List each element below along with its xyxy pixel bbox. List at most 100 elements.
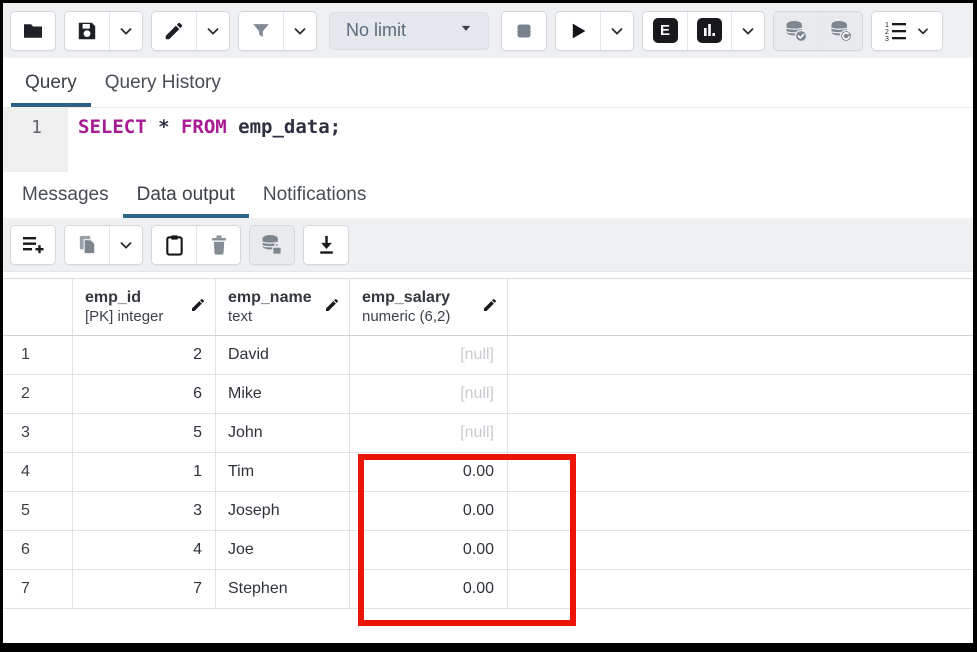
row-number-cell[interactable]: 5	[3, 492, 73, 530]
emp-salary-cell[interactable]: 0.00	[350, 492, 508, 530]
chevron-down-icon	[291, 22, 309, 40]
emp-salary-cell[interactable]: 0.00	[350, 531, 508, 569]
add-row-button[interactable]	[11, 226, 55, 264]
sql-editor[interactable]: 1 SELECT * FROM emp_data;	[3, 108, 973, 172]
edit-pencil-icon	[482, 297, 498, 318]
save-menu-button[interactable]	[109, 12, 142, 50]
rollback-button[interactable]	[818, 12, 862, 50]
delete-button[interactable]	[196, 226, 240, 264]
edit-menu-button[interactable]	[196, 12, 229, 50]
sql-token: FROM	[181, 116, 227, 138]
db-rollback-icon	[828, 18, 854, 44]
emp-id-cell[interactable]: 6	[73, 375, 216, 413]
row-number-cell[interactable]: 2	[3, 375, 73, 413]
row-number-cell[interactable]: 4	[3, 453, 73, 491]
save-data-changes-button[interactable]	[250, 226, 294, 264]
tab-query-history[interactable]: Query History	[91, 58, 235, 107]
copy-button[interactable]	[65, 226, 109, 264]
stop-button[interactable]	[502, 12, 546, 50]
explain-menu-button[interactable]	[731, 12, 764, 50]
emp-id-cell[interactable]: 4	[73, 531, 216, 569]
emp-name-cell[interactable]: John	[216, 414, 350, 452]
filter-button[interactable]	[239, 12, 283, 50]
column-name: emp_salary	[362, 288, 450, 308]
tab-data-output[interactable]: Data output	[123, 172, 249, 218]
sql-code-line[interactable]: SELECT * FROM emp_data;	[68, 108, 973, 172]
query-tabbar: Query Query History	[3, 58, 973, 108]
select-all-corner-cell[interactable]	[3, 279, 73, 335]
execute-group	[555, 11, 634, 51]
copy-menu-button[interactable]	[109, 226, 142, 264]
tab-query[interactable]: Query	[11, 58, 91, 107]
limit-dropdown[interactable]: No limit	[329, 12, 489, 50]
open-file-group	[10, 11, 56, 51]
svg-text:2: 2	[885, 29, 889, 36]
save-button[interactable]	[65, 12, 109, 50]
execute-button[interactable]	[556, 12, 600, 50]
emp-id-cell[interactable]: 2	[73, 336, 216, 374]
open-file-button[interactable]	[11, 12, 55, 50]
stop-icon	[512, 19, 536, 43]
row-number-cell[interactable]: 1	[3, 336, 73, 374]
chevron-down-icon	[117, 236, 135, 254]
filter-menu-button[interactable]	[283, 12, 316, 50]
save-data-group	[249, 225, 295, 265]
column-type: [PK] integer	[85, 308, 163, 327]
db-lock-icon	[259, 232, 285, 258]
sql-token: *	[147, 116, 181, 138]
emp-salary-cell[interactable]: [null]	[350, 336, 508, 374]
execute-menu-button[interactable]	[600, 12, 633, 50]
column-header-emp-salary[interactable]: emp_salary numeric (6,2)	[350, 279, 508, 335]
copy-group	[64, 225, 143, 265]
edit-pencil-icon	[324, 297, 340, 318]
table-row: 41Tim0.00	[3, 453, 973, 492]
row-number-cell[interactable]: 7	[3, 570, 73, 608]
emp-salary-cell[interactable]: [null]	[350, 375, 508, 413]
emp-name-cell[interactable]: David	[216, 336, 350, 374]
explain-analyze-button[interactable]	[687, 12, 731, 50]
row-number-cell[interactable]: 6	[3, 531, 73, 569]
tab-messages-label: Messages	[22, 184, 109, 206]
emp-salary-cell[interactable]: 0.00	[350, 453, 508, 491]
commit-button[interactable]	[774, 12, 818, 50]
emp-name-cell[interactable]: Tim	[216, 453, 350, 491]
chevron-down-icon	[204, 22, 222, 40]
emp-salary-cell[interactable]: 0.00	[350, 570, 508, 608]
download-button[interactable]	[304, 226, 348, 264]
emp-name-cell[interactable]: Stephen	[216, 570, 350, 608]
paste-button[interactable]	[152, 226, 196, 264]
row-number-cell[interactable]: 3	[3, 414, 73, 452]
filter-group	[238, 11, 317, 51]
pencil-icon	[163, 20, 185, 42]
tab-messages[interactable]: Messages	[8, 172, 123, 218]
tab-notifications[interactable]: Notifications	[249, 172, 381, 218]
explain-group: E	[642, 11, 765, 51]
column-header-emp-id[interactable]: emp_id [PK] integer	[73, 279, 216, 335]
tab-data-output-label: Data output	[137, 184, 235, 206]
edit-button[interactable]	[152, 12, 196, 50]
table-row: 26Mike[null]	[3, 375, 973, 414]
emp-id-cell[interactable]: 5	[73, 414, 216, 452]
svg-text:3: 3	[885, 36, 889, 43]
emp-id-cell[interactable]: 3	[73, 492, 216, 530]
table-row: 12David[null]	[3, 336, 973, 375]
edit-pencil-icon	[190, 297, 206, 318]
explain-button[interactable]: E	[643, 12, 687, 50]
table-row: 35John[null]	[3, 414, 973, 453]
svg-text:1: 1	[885, 22, 889, 29]
column-header-emp-name[interactable]: emp_name text	[216, 279, 350, 335]
copy-icon	[76, 233, 99, 257]
emp-id-cell[interactable]: 7	[73, 570, 216, 608]
clipboard-icon	[163, 233, 186, 257]
edit-group	[151, 11, 230, 51]
emp-name-cell[interactable]: Joe	[216, 531, 350, 569]
tab-query-history-label: Query History	[105, 72, 221, 94]
emp-name-cell[interactable]: Joseph	[216, 492, 350, 530]
emp-salary-cell[interactable]: [null]	[350, 414, 508, 452]
macros-button[interactable]: 1 2 3	[872, 12, 942, 50]
tab-query-label: Query	[25, 72, 77, 94]
emp-name-cell[interactable]: Mike	[216, 375, 350, 413]
explain-e-icon: E	[653, 18, 678, 43]
emp-id-cell[interactable]: 1	[73, 453, 216, 491]
query-toolbar: No limit	[3, 3, 973, 58]
